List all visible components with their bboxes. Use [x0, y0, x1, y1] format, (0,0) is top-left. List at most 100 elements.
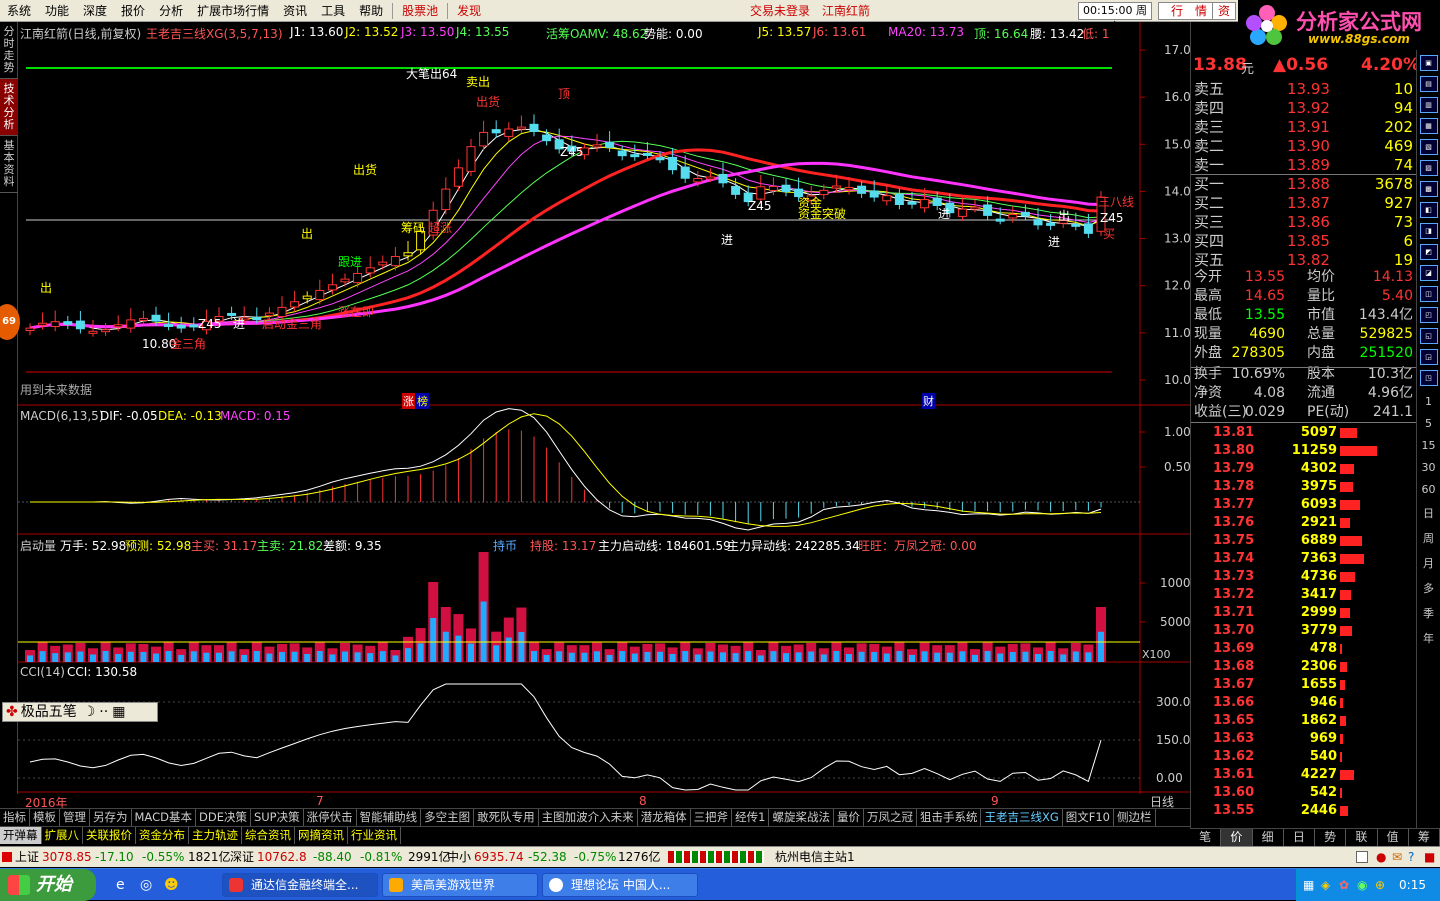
- tool-icon-2[interactable]: ▤: [1419, 76, 1438, 92]
- task-forum[interactable]: 理想论坛 中国人...: [542, 873, 698, 897]
- menu-stock-pool[interactable]: 股票池: [395, 0, 445, 22]
- panel-tab-2[interactable]: 细: [1253, 829, 1284, 846]
- indicator-tab-18[interactable]: 狙击手系统: [917, 809, 982, 826]
- tray-shield-icon[interactable]: ◈: [1321, 878, 1330, 892]
- menu-discover[interactable]: 发现: [450, 0, 488, 22]
- tab-quote[interactable]: 行 情: [1158, 2, 1220, 20]
- info-tab-2[interactable]: 关联报价: [83, 827, 136, 844]
- indicator-tab-1[interactable]: 模板: [30, 809, 60, 826]
- tool-icon-4[interactable]: ▦: [1419, 118, 1438, 134]
- event-marker-list[interactable]: 榜: [416, 393, 429, 409]
- indicator-tab-14[interactable]: 经传1: [732, 809, 770, 826]
- ime-moon-icon[interactable]: ☽: [77, 704, 96, 720]
- menu-analysis[interactable]: 分析: [152, 0, 190, 22]
- kline-chart[interactable]: 17.00 16.00 15.00 14.00 13.00 12.00 11.00 10.00…: [18, 22, 1190, 794]
- tray-network-icon[interactable]: ▦: [1303, 878, 1314, 892]
- tab-intraday[interactable]: 分时走势: [0, 22, 18, 79]
- quicklaunch-ie-icon[interactable]: e: [116, 877, 125, 893]
- menu-system[interactable]: 系统: [0, 0, 38, 22]
- tool-icon-14[interactable]: ◱: [1419, 328, 1438, 344]
- period-1[interactable]: 5: [1417, 417, 1440, 430]
- tool-icon-9[interactable]: ◨: [1419, 223, 1438, 239]
- period-6[interactable]: 周: [1417, 530, 1440, 546]
- event-marker-finance[interactable]: 财: [922, 393, 935, 409]
- indicator-tab-8[interactable]: 智能辅助线: [357, 809, 422, 826]
- price-volume-row[interactable]: 13.76 2921: [1191, 514, 1417, 532]
- price-volume-row[interactable]: 13.55 2446: [1191, 802, 1417, 820]
- indicator-tab-6[interactable]: SUP决策: [251, 809, 304, 826]
- price-volume-row[interactable]: 13.75 6889: [1191, 532, 1417, 550]
- period-4[interactable]: 60: [1417, 483, 1440, 496]
- task-game[interactable]: 美高美游戏世界: [382, 873, 538, 897]
- price-volume-row[interactable]: 13.61 4227: [1191, 766, 1417, 784]
- price-volume-row[interactable]: 13.78 3975: [1191, 478, 1417, 496]
- price-volume-row[interactable]: 13.80 11259: [1191, 442, 1417, 460]
- indicator-tab-21[interactable]: 侧边栏: [1114, 809, 1156, 826]
- ime-keyboard-icon[interactable]: ▦: [108, 704, 125, 720]
- ime-toolbar[interactable]: ✤ 极品五笔 ☽ ·· ▦: [2, 702, 158, 722]
- tool-icon-10[interactable]: ◩: [1419, 244, 1438, 260]
- price-volume-row[interactable]: 13.69 478: [1191, 640, 1417, 658]
- price-volume-row[interactable]: 13.70 3779: [1191, 622, 1417, 640]
- indicator-tab-11[interactable]: 主图加波介入未来: [539, 809, 638, 826]
- indicator-tab-12[interactable]: 潜龙箱体: [638, 809, 691, 826]
- indicator-tab-19[interactable]: 王老吉三线XG: [981, 809, 1063, 826]
- indicator-tab-2[interactable]: 管理: [60, 809, 90, 826]
- menu-info[interactable]: 资讯: [276, 0, 314, 22]
- tray-plus-icon[interactable]: ⊕: [1375, 878, 1385, 892]
- tool-icon-1[interactable]: ▣: [1419, 55, 1438, 71]
- panel-tab-6[interactable]: 值: [1378, 829, 1409, 846]
- info-tab-4[interactable]: 主力轨迹: [189, 827, 242, 844]
- menu-extended-market[interactable]: 扩展市场行情: [190, 0, 276, 22]
- price-volume-row[interactable]: 13.71 2999: [1191, 604, 1417, 622]
- quicklaunch-qq-icon[interactable]: ☻: [164, 877, 179, 893]
- status-message-icon[interactable]: ✉: [1392, 847, 1402, 867]
- info-tab-7[interactable]: 行业资讯: [348, 827, 401, 844]
- panel-tab-1[interactable]: 价: [1221, 829, 1253, 846]
- tool-icon-6[interactable]: ▨: [1419, 160, 1438, 176]
- menu-help[interactable]: 帮助: [352, 0, 390, 22]
- panel-tab-3[interactable]: 日: [1284, 829, 1315, 846]
- period-5[interactable]: 日: [1417, 505, 1440, 521]
- menu-tools[interactable]: 工具: [314, 0, 352, 22]
- tab-technical[interactable]: 技术分析: [0, 79, 18, 136]
- indicator-tab-13[interactable]: 三把斧: [691, 809, 733, 826]
- indicator-tab-9[interactable]: 多空主图: [421, 809, 475, 826]
- info-tab-5[interactable]: 综合资讯: [242, 827, 295, 844]
- menu-depth[interactable]: 深度: [76, 0, 114, 22]
- price-volume-row[interactable]: 13.60 542: [1191, 784, 1417, 802]
- info-tab-3[interactable]: 资金分布: [136, 827, 189, 844]
- indicator-tab-0[interactable]: 指标: [0, 809, 30, 826]
- ask-row[interactable]: 卖一 13.89 74: [1191, 156, 1417, 175]
- indicator-tab-15[interactable]: 螺旋桨战法: [769, 809, 834, 826]
- status-server[interactable]: 杭州电信主站1: [775, 847, 855, 867]
- price-volume-row[interactable]: 13.62 540: [1191, 748, 1417, 766]
- tool-icon-11[interactable]: ◪: [1419, 265, 1438, 281]
- status-power-icon[interactable]: ■: [1424, 847, 1435, 867]
- indicator-tab-7[interactable]: 涨停伏击: [304, 809, 357, 826]
- tray-app-icon[interactable]: ✿: [1339, 878, 1349, 892]
- menu-quote[interactable]: 报价: [114, 0, 152, 22]
- panel-tab-0[interactable]: 笔: [1190, 829, 1222, 846]
- indicator-tab-17[interactable]: 万凤之冠: [864, 809, 917, 826]
- task-tdx[interactable]: 通达信金融终端全...: [222, 873, 378, 897]
- price-volume-row[interactable]: 13.77 6093: [1191, 496, 1417, 514]
- bid-row[interactable]: 买三 13.86 73: [1191, 213, 1417, 232]
- tab-info[interactable]: 资: [1212, 2, 1236, 20]
- price-volume-row[interactable]: 13.67 1655: [1191, 676, 1417, 694]
- price-volume-row[interactable]: 13.66 946: [1191, 694, 1417, 712]
- status-alert-icon[interactable]: ●: [1376, 847, 1386, 867]
- ask-row[interactable]: 卖二 13.90 469: [1191, 137, 1417, 156]
- price-volume-row[interactable]: 13.79 4302: [1191, 460, 1417, 478]
- price-volume-row[interactable]: 13.65 1862: [1191, 712, 1417, 730]
- bid-row[interactable]: 买一 13.88 3678: [1191, 175, 1417, 194]
- period-9[interactable]: 季: [1417, 605, 1440, 621]
- indicator-tab-20[interactable]: 图文F10: [1063, 809, 1114, 826]
- tab-fundamental[interactable]: 基本资料: [0, 136, 18, 193]
- bid-row[interactable]: 买四 13.85 6: [1191, 232, 1417, 251]
- period-2[interactable]: 15: [1417, 439, 1440, 452]
- tool-icon-16[interactable]: ◳: [1419, 370, 1438, 386]
- period-7[interactable]: 月: [1417, 555, 1440, 571]
- period-8[interactable]: 多: [1417, 580, 1440, 596]
- tool-icon-8[interactable]: ◧: [1419, 202, 1438, 218]
